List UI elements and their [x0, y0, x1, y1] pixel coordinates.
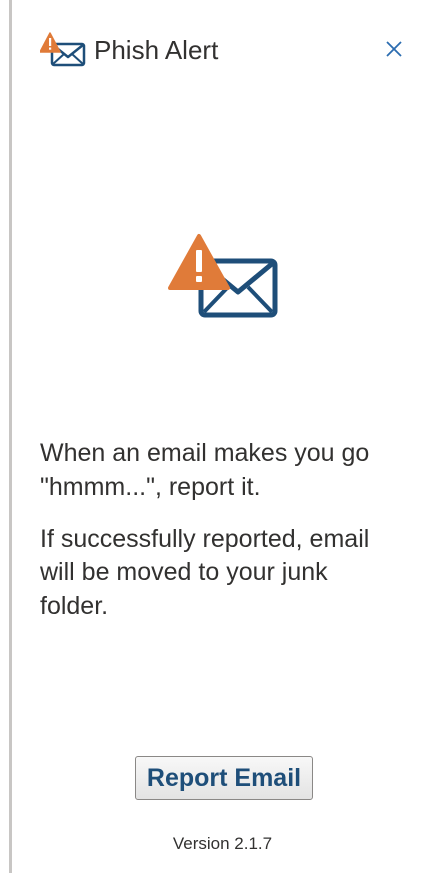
close-icon	[386, 41, 402, 57]
pane-title: Phish Alert	[94, 34, 219, 65]
report-email-button[interactable]: Report Email	[135, 756, 313, 800]
phish-alert-pane: Phish Alert When an email makes you go "…	[0, 0, 425, 873]
instruction-text: When an email makes you go "hmmm...", re…	[40, 437, 400, 642]
close-button[interactable]	[379, 34, 409, 64]
instruction-line-2: If successfully reported, email will be …	[40, 524, 370, 621]
phish-alert-logo-icon	[40, 32, 90, 68]
phish-alert-hero-icon	[168, 232, 280, 324]
pane-divider	[9, 0, 12, 873]
instruction-line-1: When an email makes you go "hmmm...", re…	[40, 439, 370, 501]
version-label: Version 2.1.7	[172, 834, 273, 853]
pane-header: Phish Alert	[40, 30, 409, 70]
